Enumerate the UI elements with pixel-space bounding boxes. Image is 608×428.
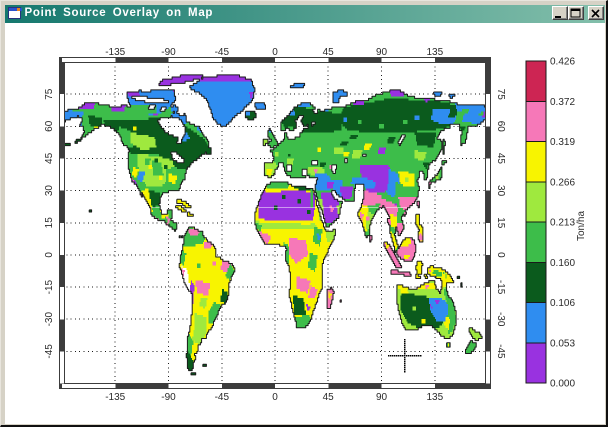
svg-text:0.213: 0.213 <box>550 218 575 229</box>
svg-text:30: 30 <box>44 185 55 197</box>
svg-text:30: 30 <box>495 185 506 197</box>
svg-text:60: 60 <box>495 121 506 133</box>
svg-text:0.106: 0.106 <box>550 298 575 309</box>
svg-text:-135: -135 <box>105 47 125 58</box>
svg-text:45: 45 <box>495 153 506 165</box>
svg-text:15: 15 <box>495 217 506 229</box>
svg-text:0.000: 0.000 <box>550 379 575 390</box>
svg-text:135: 135 <box>426 47 443 58</box>
svg-text:75: 75 <box>495 89 506 101</box>
svg-text:-30: -30 <box>44 312 55 327</box>
svg-text:-15: -15 <box>44 279 55 294</box>
svg-text:-90: -90 <box>161 47 176 58</box>
svg-text:90: 90 <box>376 392 388 403</box>
svg-text:-45: -45 <box>215 47 230 58</box>
svg-text:0: 0 <box>495 252 506 258</box>
svg-text:-90: -90 <box>161 392 176 403</box>
svg-text:-45: -45 <box>495 344 506 359</box>
svg-text:90: 90 <box>376 47 388 58</box>
svg-text:15: 15 <box>44 217 55 229</box>
svg-text:0: 0 <box>44 252 55 258</box>
svg-text:0.426: 0.426 <box>550 57 575 68</box>
svg-text:0: 0 <box>272 47 278 58</box>
svg-text:0: 0 <box>272 392 278 403</box>
svg-text:-15: -15 <box>495 280 506 295</box>
svg-text:0.160: 0.160 <box>550 258 575 269</box>
svg-text:75: 75 <box>44 88 55 100</box>
svg-text:0.266: 0.266 <box>550 177 575 188</box>
svg-text:45: 45 <box>323 392 335 403</box>
svg-text:0.053: 0.053 <box>550 338 575 349</box>
svg-text:Ton/ha: Ton/ha <box>576 211 587 241</box>
svg-text:45: 45 <box>323 47 335 58</box>
svg-text:135: 135 <box>426 392 443 403</box>
svg-text:-30: -30 <box>495 312 506 327</box>
svg-text:60: 60 <box>44 120 55 132</box>
svg-text:0.372: 0.372 <box>550 97 575 108</box>
svg-text:-135: -135 <box>105 392 125 403</box>
svg-text:0.319: 0.319 <box>550 137 575 148</box>
svg-text:-45: -45 <box>215 392 230 403</box>
svg-text:-45: -45 <box>44 344 55 359</box>
svg-text:45: 45 <box>44 152 55 164</box>
